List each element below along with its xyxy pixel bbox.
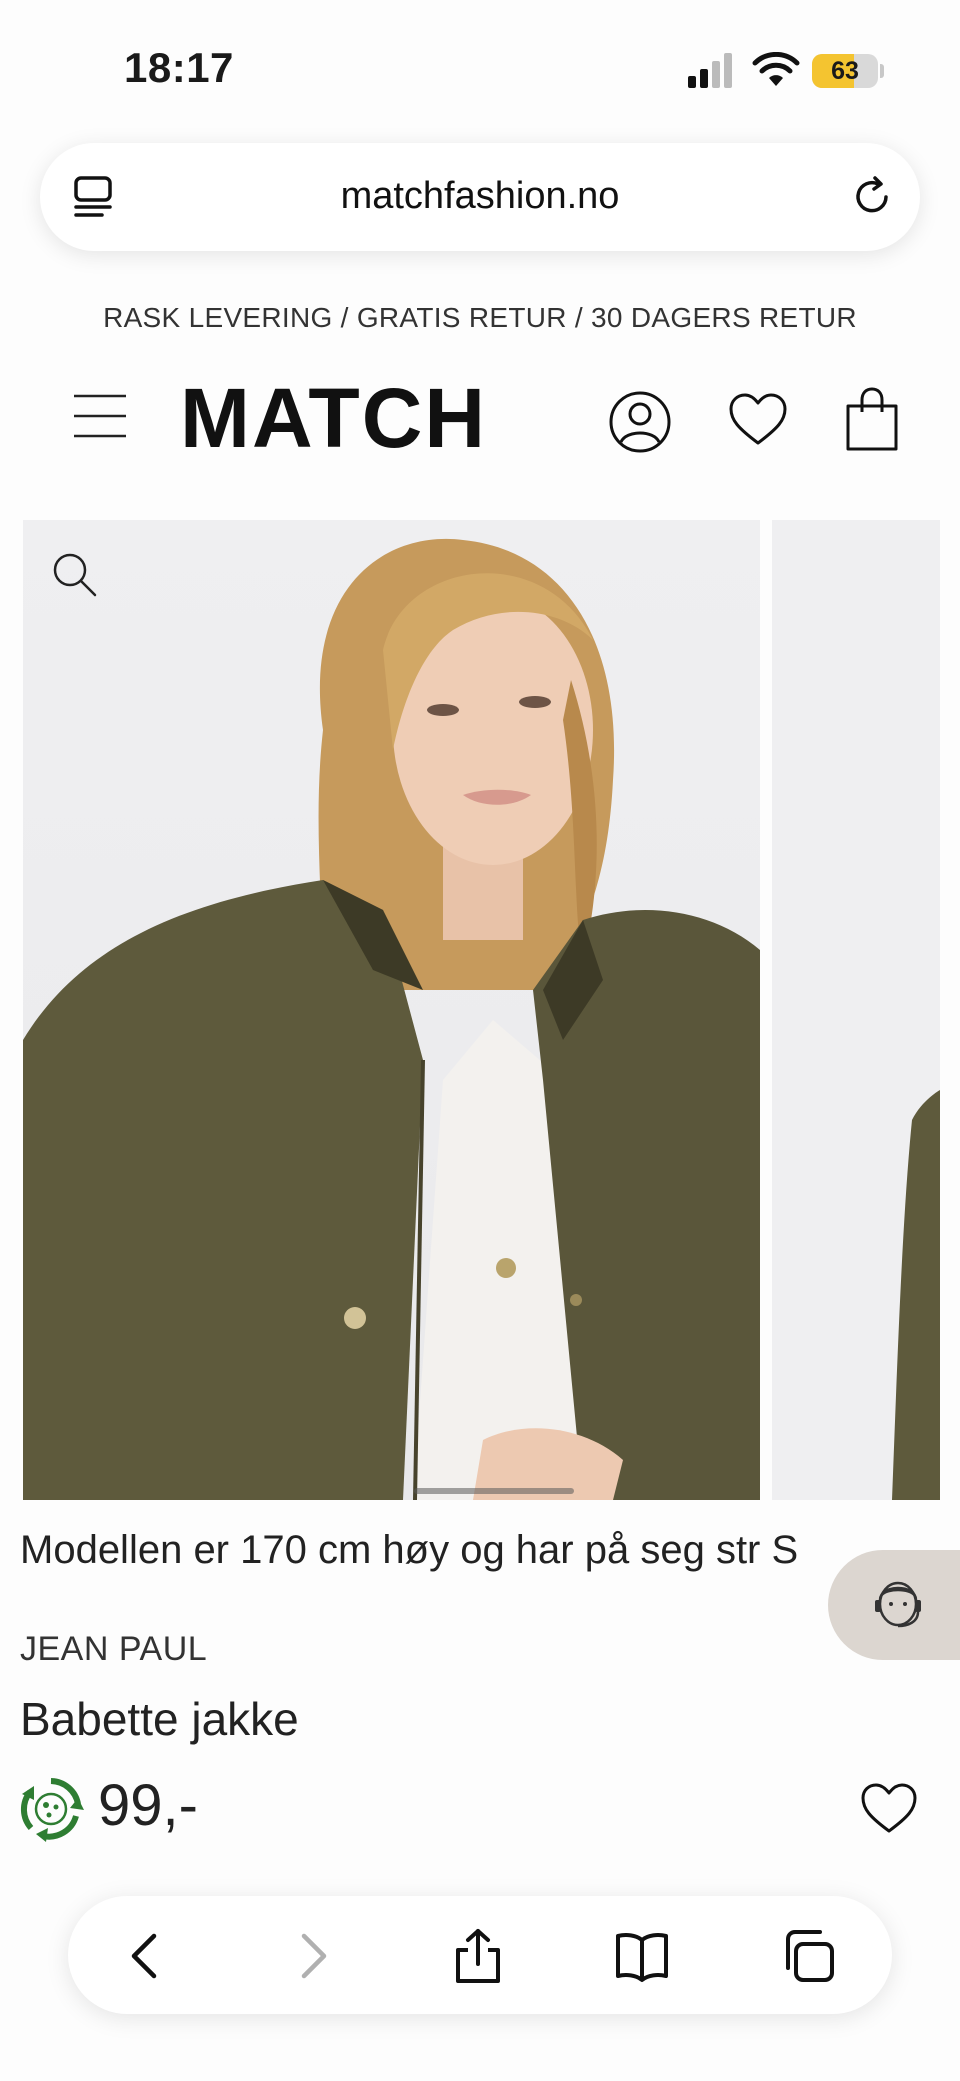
- battery-tip: [880, 64, 884, 78]
- recycle-icon: [20, 1778, 84, 1842]
- model-info: Modellen er 170 cm høy og har på seg str…: [20, 1528, 799, 1572]
- battery-indicator: 63: [812, 54, 878, 88]
- url-text[interactable]: matchfashion.no: [40, 175, 920, 218]
- hamburger-menu-icon[interactable]: [72, 392, 128, 440]
- user-icon[interactable]: [608, 390, 672, 454]
- magnifier-icon[interactable]: [50, 550, 98, 598]
- tabs-icon[interactable]: [780, 1928, 836, 1984]
- product-title: Babette jakke: [20, 1693, 299, 1745]
- status-time: 18:17: [124, 44, 234, 91]
- battery-level: 63: [831, 57, 859, 85]
- product-image-next[interactable]: [772, 520, 940, 1500]
- product-brand[interactable]: JEAN PAUL: [20, 1630, 207, 1669]
- customer-service-icon: [875, 1581, 921, 1628]
- product-image[interactable]: [23, 520, 760, 1500]
- share-icon[interactable]: [450, 1928, 506, 1984]
- reload-icon[interactable]: [848, 173, 896, 221]
- address-bar[interactable]: matchfashion.no: [40, 143, 920, 251]
- shopping-bag-icon[interactable]: [842, 386, 902, 452]
- browser-toolbar: [68, 1896, 892, 2014]
- chevron-left-icon[interactable]: [118, 1928, 174, 1984]
- customer-service-button[interactable]: [828, 1550, 960, 1660]
- chevron-right-icon[interactable]: [284, 1928, 340, 1984]
- wifi-icon: [752, 52, 800, 86]
- model-illustration: [23, 538, 760, 1500]
- promo-banner: RASK LEVERING / GRATIS RETUR / 30 DAGERS…: [103, 302, 857, 333]
- site-logo[interactable]: MATCH: [180, 376, 487, 460]
- add-to-wishlist-icon[interactable]: [860, 1782, 918, 1836]
- next-image-preview: [892, 1090, 940, 1500]
- heart-icon[interactable]: [728, 392, 788, 448]
- product-price: 99,-: [98, 1773, 198, 1838]
- cellular-signal-icon: [688, 53, 732, 88]
- book-icon[interactable]: [614, 1928, 670, 1984]
- carousel-scroll-indicator: [414, 1488, 574, 1494]
